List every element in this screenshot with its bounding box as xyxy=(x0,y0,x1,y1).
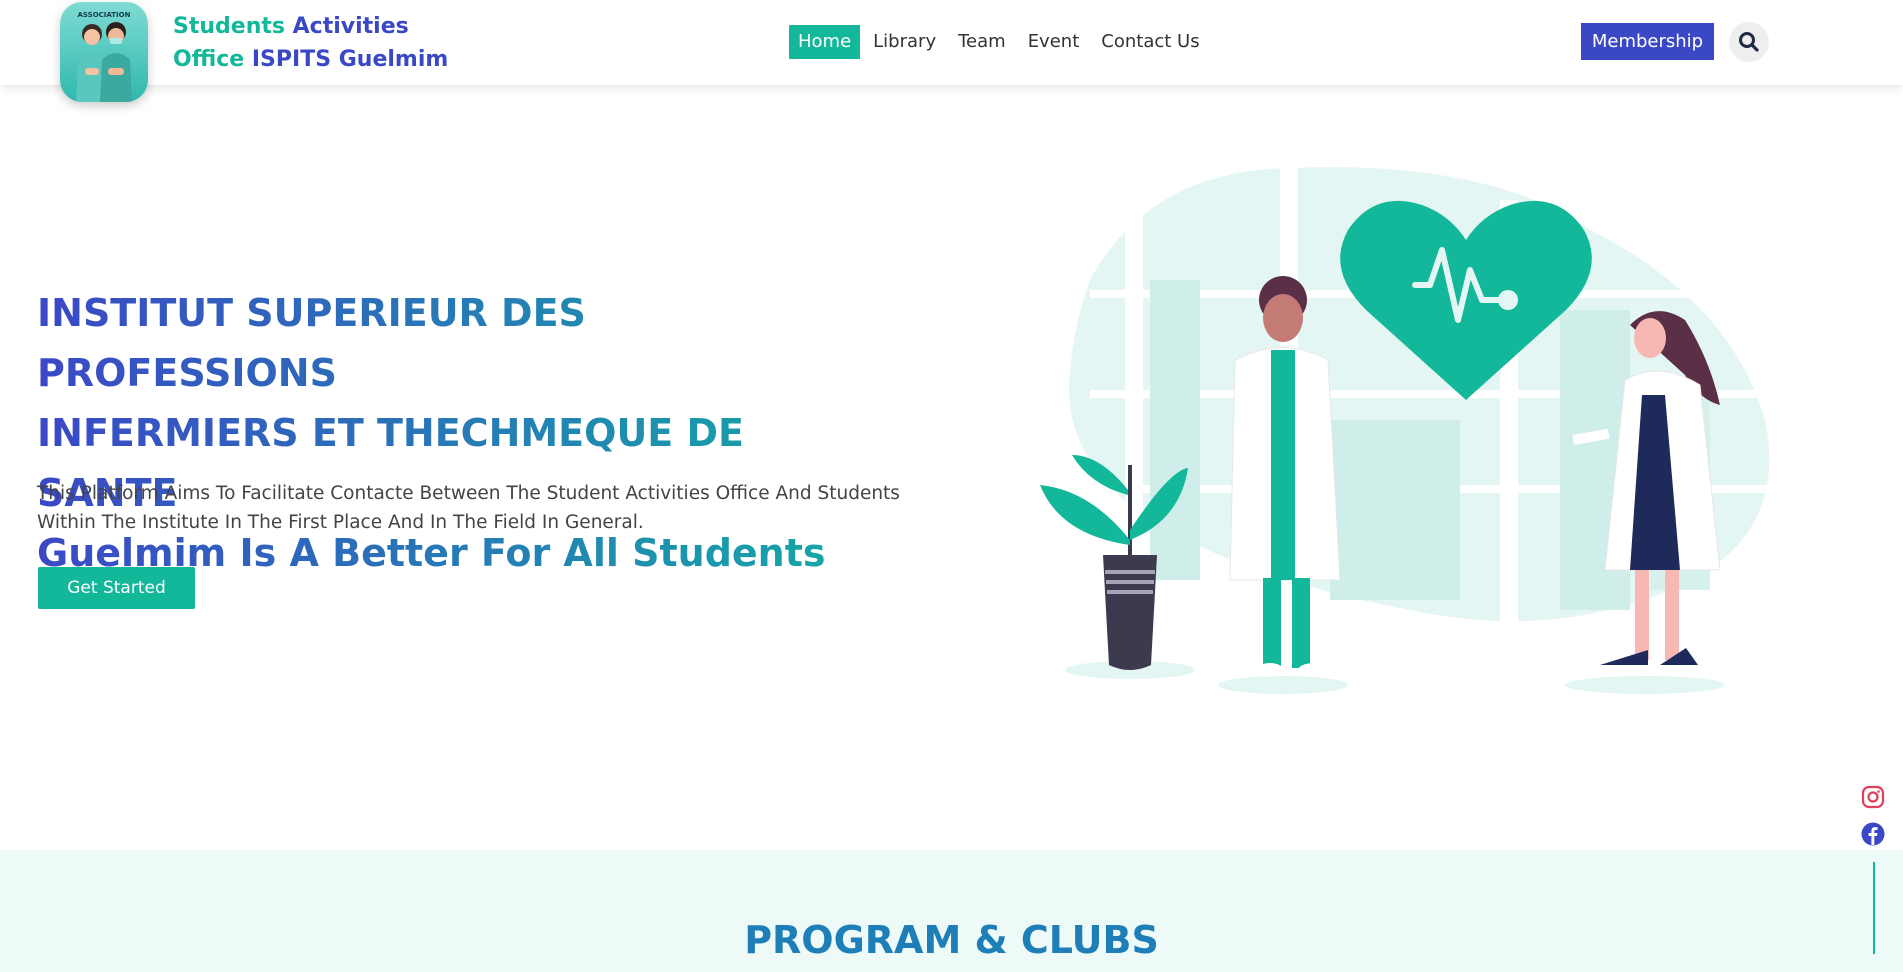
brand-title[interactable]: Students Activities Office ISPITS Guelmi… xyxy=(173,10,448,76)
instagram-link[interactable] xyxy=(1860,784,1886,814)
association-logo[interactable]: ASSOCIATION xyxy=(60,2,148,102)
get-started-button[interactable]: Get Started xyxy=(38,567,195,609)
brand-word: ISPITS Guelmim xyxy=(251,47,449,72)
hero-title: INSTITUT SUPERIEUR DES PROFESSIONS INFER… xyxy=(37,283,857,583)
brand-word: Office xyxy=(173,47,245,72)
brand-line-2: Office ISPITS Guelmim xyxy=(173,43,448,76)
facebook-link[interactable] xyxy=(1860,821,1886,851)
nav-item-contact-us[interactable]: Contact Us xyxy=(1092,25,1208,59)
instagram-icon xyxy=(1861,785,1885,809)
main-nav: Home Library Team Event Contact Us xyxy=(789,25,1213,59)
brand-word: Students xyxy=(173,14,285,39)
search-icon xyxy=(1739,32,1759,52)
nav-item-home[interactable]: Home xyxy=(789,25,861,59)
brand-line-1: Students Activities xyxy=(173,10,448,43)
brand-word: Activities xyxy=(292,14,409,39)
hero-description: This Platform Aims To Facilitate Contact… xyxy=(37,483,900,533)
nav-item-team[interactable]: Team xyxy=(949,25,1015,59)
site-header: ASSOCIATION Students Activities Office I… xyxy=(0,0,1903,102)
section-title: PROGRAM & CLUBS xyxy=(744,918,1159,962)
nav-item-event[interactable]: Event xyxy=(1019,25,1089,59)
facebook-icon xyxy=(1861,822,1885,846)
hero-title-line: INSTITUT SUPERIEUR DES PROFESSIONS xyxy=(37,291,586,395)
search-button[interactable] xyxy=(1729,22,1769,62)
nav-item-library[interactable]: Library xyxy=(864,25,945,59)
membership-button[interactable]: Membership xyxy=(1581,23,1714,60)
logo-text: ASSOCIATION xyxy=(77,11,131,19)
doctors-illustration xyxy=(1040,165,1780,694)
